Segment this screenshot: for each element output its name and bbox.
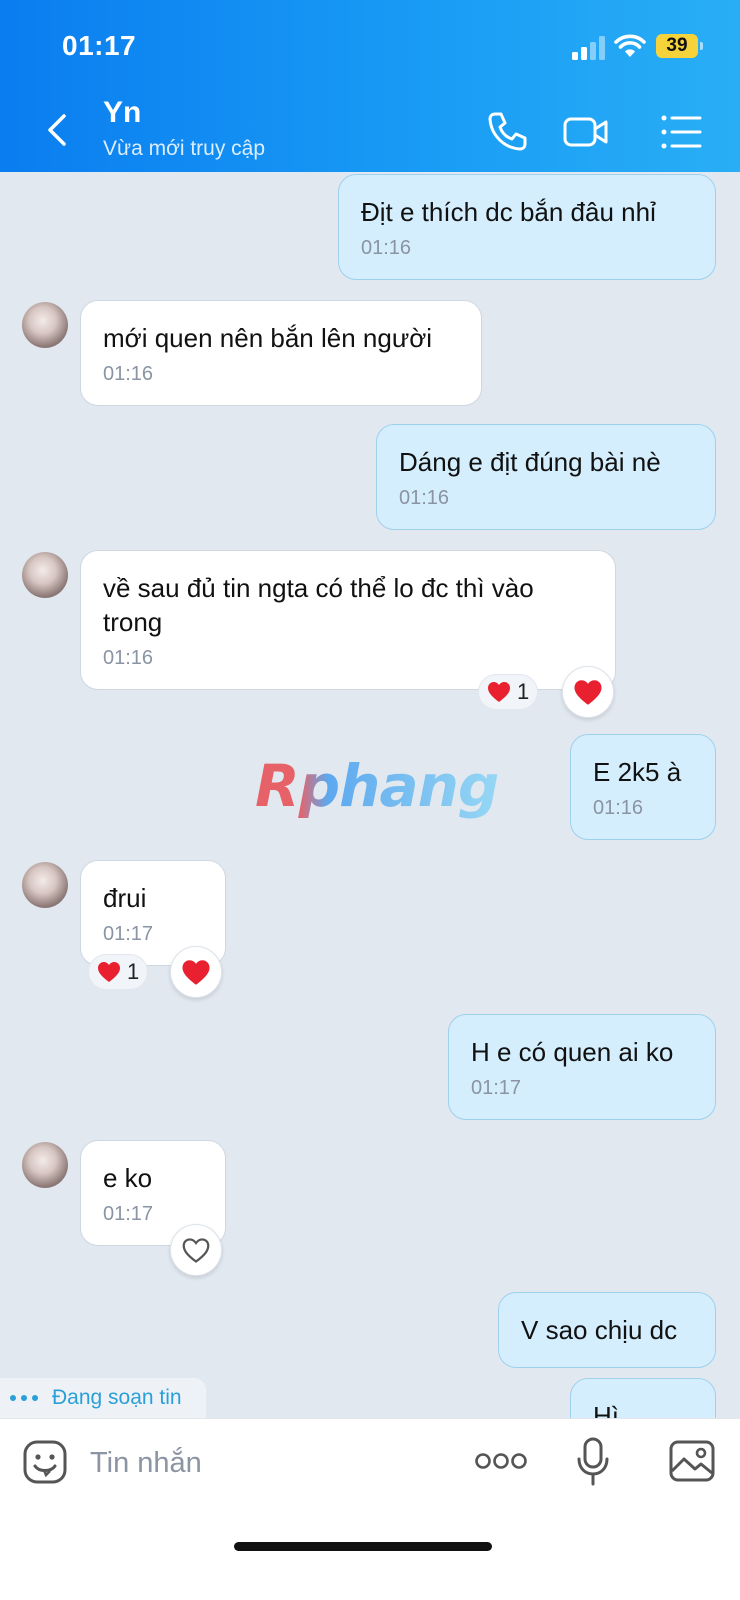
message-text: mới quen nên bắn lên người [103,323,433,353]
reaction-count: 1 [517,679,530,704]
menu-list-icon[interactable] [658,108,706,156]
message-time: 01:17 [103,923,154,945]
message-bubble-incoming[interactable]: về sau đủ tin ngta có thể lo đc thì vào … [80,550,616,690]
react-button[interactable] [562,666,614,718]
contact-avatar[interactable] [22,302,68,348]
message-text: đrui [103,883,147,913]
message-time: 01:16 [399,487,450,509]
message-bubble-incoming[interactable]: mới quen nên bắn lên người 01:16 [80,300,482,406]
message-time: 01:16 [361,237,412,259]
typing-indicator: Đang soạn tin [0,1378,206,1418]
message-bubble-outgoing[interactable]: E 2k5 à 01:16 [570,734,716,840]
message-time: 01:16 [103,363,154,385]
more-options-icon[interactable] [474,1451,528,1471]
message-input[interactable]: Tin nhắn [90,1447,202,1480]
typing-dots-icon [10,1395,38,1401]
home-indicator[interactable] [234,1542,492,1551]
message-text: e ko [103,1163,153,1193]
watermark-logo: Rphang [255,752,499,820]
status-time: 01:17 [62,30,137,61]
message-time: 01:17 [103,1203,154,1225]
chat-header: 01:17 39 Yn Vừa mới truy cập [0,0,740,172]
message-bubble-outgoing[interactable]: Dáng e địt đúng bài nè 01:16 [376,424,716,530]
message-time: 01:16 [593,797,644,819]
phone-call-icon[interactable] [483,108,531,156]
contact-avatar[interactable] [22,1142,68,1188]
video-call-icon[interactable] [562,108,610,156]
message-input-bar: Tin nhắn [0,1418,740,1600]
battery-level: 39 [656,34,698,58]
image-gallery-icon[interactable] [668,1439,716,1483]
back-arrow-icon[interactable] [38,110,78,150]
message-text: Dáng e địt đúng bài nè [399,447,661,477]
heart-icon [488,682,510,702]
message-text: H e có quen ai ko [471,1037,674,1067]
microphone-icon[interactable] [576,1437,610,1487]
heart-icon [574,679,602,705]
contact-avatar[interactable] [22,552,68,598]
sticker-icon[interactable] [22,1439,68,1485]
react-button[interactable] [170,1224,222,1276]
heart-outline-icon [182,1237,210,1263]
cellular-signal-icon [572,36,605,60]
heart-icon [182,959,210,985]
react-button[interactable] [170,946,222,998]
message-text: E 2k5 à [593,757,682,787]
message-list[interactable]: Địt e thích dc bắn đâu nhỉ 01:16 mới que… [0,172,740,1446]
reaction-count: 1 [127,959,140,984]
wifi-icon [614,34,646,57]
typing-label: Đang soạn tin [52,1386,182,1409]
reaction-summary[interactable]: 1 [88,954,149,990]
message-time: 01:17 [471,1077,522,1099]
contact-status: Vừa mới truy cập [103,137,266,160]
message-time: 01:16 [103,647,154,669]
message-bubble-outgoing[interactable]: Địt e thích dc bắn đâu nhỉ 01:16 [338,174,716,280]
message-text: về sau đủ tin ngta có thể lo đc thì vào … [103,573,534,637]
message-bubble-outgoing[interactable]: H e có quen ai ko 01:17 [448,1014,716,1120]
message-bubble-outgoing[interactable]: V sao chịu dc [498,1292,716,1368]
contact-avatar[interactable] [22,862,68,908]
heart-icon [98,962,120,982]
message-text: V sao chịu dc [521,1315,678,1345]
contact-name[interactable]: Yn [103,96,141,130]
message-text: Địt e thích dc bắn đâu nhỉ [361,197,656,227]
reaction-summary[interactable]: 1 [478,674,539,710]
battery-icon: 39 [656,34,703,58]
